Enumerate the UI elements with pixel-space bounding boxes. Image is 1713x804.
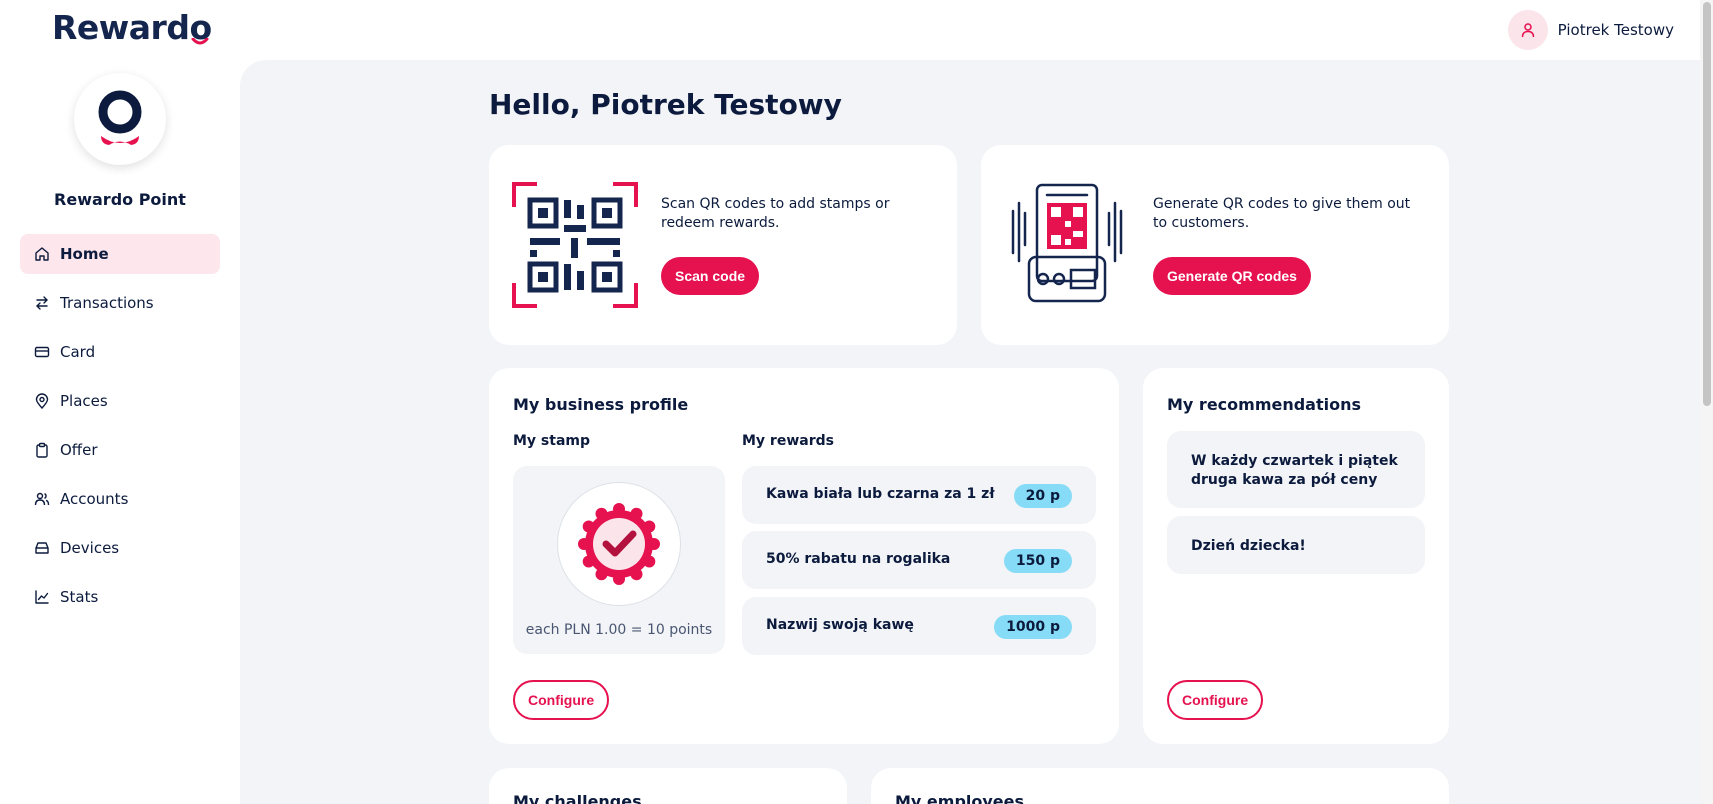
sidebar-item-label: Stats bbox=[60, 588, 99, 606]
reward-points-badge: 150 p bbox=[1003, 549, 1072, 573]
sidebar-item-label: Transactions bbox=[60, 294, 154, 312]
qr-scan-icon bbox=[511, 181, 639, 309]
sidebar-item-label: Home bbox=[60, 245, 109, 263]
map-pin-icon bbox=[34, 393, 50, 409]
chart-icon bbox=[34, 589, 50, 605]
sidebar-item-label: Accounts bbox=[60, 490, 129, 508]
sidebar-item-label: Card bbox=[60, 343, 96, 361]
user-icon bbox=[1521, 23, 1534, 38]
scan-description: Scan QR codes to add stamps or redeem re… bbox=[661, 196, 890, 231]
stamp-caption: each PLN 1.00 = 10 points bbox=[525, 622, 713, 638]
scrollbar[interactable] bbox=[1700, 0, 1713, 804]
reward-item[interactable]: Kawa biała lub czarna za 1 zł 20 p bbox=[742, 466, 1096, 524]
top-bar: Rewardo Piotrek Testowy bbox=[0, 0, 1700, 60]
sidebar-item-label: Places bbox=[60, 392, 108, 410]
users-icon bbox=[34, 491, 50, 507]
rewardo-point-logo-icon bbox=[98, 90, 142, 145]
challenges-card: My challenges bbox=[489, 768, 847, 804]
reward-name: 50% rabatu na rogalika bbox=[766, 551, 951, 567]
home-icon bbox=[34, 246, 50, 262]
recommendation-item[interactable]: W każdy czwartek i piątek druga kawa za … bbox=[1167, 431, 1425, 508]
stamp-preview bbox=[557, 482, 681, 606]
business-profile-card: My business profile My stamp My rewards bbox=[489, 368, 1119, 744]
generate-qr-codes-button[interactable]: Generate QR codes bbox=[1153, 257, 1311, 295]
qr-printer-icon bbox=[1003, 181, 1131, 309]
scan-code-button[interactable]: Scan code bbox=[661, 257, 760, 295]
reward-points-badge: 20 p bbox=[1013, 484, 1072, 508]
reward-name: Kawa biała lub czarna za 1 zł bbox=[766, 486, 995, 502]
recommendations-card: My recommendations W każdy czwartek i pi… bbox=[1143, 368, 1449, 744]
sidebar-item-label: Offer bbox=[60, 441, 98, 459]
challenges-title: My challenges bbox=[513, 792, 642, 804]
user-avatar[interactable] bbox=[1507, 10, 1548, 50]
business-profile-title: My business profile bbox=[513, 395, 689, 414]
clipboard-icon bbox=[34, 442, 50, 458]
my-stamp-title: My stamp bbox=[513, 433, 591, 449]
page-title: Hello, Piotrek Testowy bbox=[489, 88, 842, 121]
employees-card: My employees bbox=[871, 768, 1449, 804]
reward-item[interactable]: 50% rabatu na rogalika 150 p bbox=[742, 531, 1096, 589]
my-rewards-title: My rewards bbox=[742, 433, 834, 449]
business-logo bbox=[74, 73, 166, 165]
sidebar-item-label: Devices bbox=[60, 539, 120, 557]
arrows-icon bbox=[34, 295, 50, 311]
employees-title: My employees bbox=[895, 792, 1025, 804]
logo-smile-icon bbox=[191, 38, 209, 45]
sidebar-item-stats[interactable]: Stats bbox=[20, 577, 220, 617]
user-name[interactable]: Piotrek Testowy bbox=[1558, 21, 1674, 39]
sidebar-item-transactions[interactable]: Transactions bbox=[20, 283, 220, 323]
main-content: Hello, Piotrek Testowy Scan QR codes to … bbox=[240, 60, 1700, 804]
recommendation-item[interactable]: Dzień dziecka! bbox=[1167, 516, 1425, 574]
sidebar-item-card[interactable]: Card bbox=[20, 332, 220, 372]
scan-qr-card: Scan QR codes to add stamps or redeem re… bbox=[489, 145, 957, 345]
sidebar-item-accounts[interactable]: Accounts bbox=[20, 479, 220, 519]
recommendations-title: My recommendations bbox=[1167, 395, 1362, 414]
reward-name: Nazwij swoją kawę bbox=[766, 617, 914, 633]
user-menu[interactable]: Piotrek Testowy bbox=[1507, 10, 1674, 50]
sidebar-item-offer[interactable]: Offer bbox=[20, 430, 220, 470]
reward-item[interactable]: Nazwij swoją kawę 1000 p bbox=[742, 597, 1096, 655]
sidebar-nav: Home Transactions Card Places Offer Acco… bbox=[20, 234, 220, 626]
generate-qr-card: Generate QR codes to give them out to cu… bbox=[981, 145, 1449, 345]
configure-recommendations-button[interactable]: Configure bbox=[1167, 680, 1264, 720]
reward-points-badge: 1000 p bbox=[994, 615, 1072, 639]
sidebar-item-devices[interactable]: Devices bbox=[20, 528, 220, 568]
stamp-box: each PLN 1.00 = 10 points bbox=[513, 466, 725, 654]
sidebar-item-home[interactable]: Home bbox=[20, 234, 220, 274]
device-icon bbox=[34, 540, 50, 556]
sidebar: Rewardo Point Home Transactions Card Pla… bbox=[0, 60, 240, 804]
brand-name: Rewardo Point bbox=[54, 190, 186, 209]
generate-description: Generate QR codes to give them out to cu… bbox=[1153, 196, 1411, 231]
stamp-check-badge-icon bbox=[578, 503, 660, 585]
card-icon bbox=[34, 344, 50, 360]
rewardo-logo[interactable]: Rewardo bbox=[52, 8, 212, 47]
scrollbar-thumb[interactable] bbox=[1703, 2, 1711, 406]
sidebar-item-places[interactable]: Places bbox=[20, 381, 220, 421]
configure-business-profile-button[interactable]: Configure bbox=[513, 680, 610, 720]
